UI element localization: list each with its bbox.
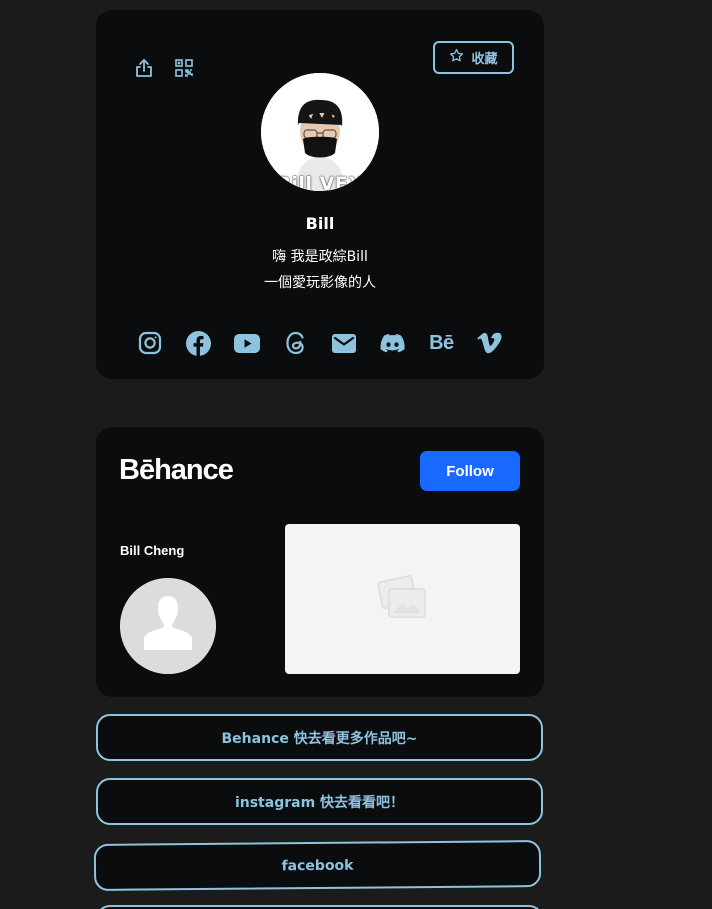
behance-logo: Bēhance bbox=[119, 454, 234, 486]
share-icon[interactable] bbox=[134, 58, 154, 78]
behance-link-button[interactable]: Behance 快去看更多作品吧~ bbox=[96, 714, 543, 761]
bio-line: 一個愛玩影像的人 bbox=[264, 275, 376, 291]
favorite-button[interactable]: 收藏 bbox=[433, 41, 514, 74]
social-links: Bē bbox=[137, 330, 503, 356]
avatar-watermark: Bill VFX bbox=[276, 173, 364, 191]
facebook-icon[interactable] bbox=[186, 330, 212, 356]
instagram-link-button[interactable]: instagram 快去看看吧！ bbox=[96, 778, 543, 825]
star-icon bbox=[449, 48, 464, 67]
behance-glyph: Bē bbox=[429, 331, 454, 354]
facebook-link-button[interactable]: facebook bbox=[93, 840, 542, 891]
behance-icon[interactable]: Bē bbox=[428, 330, 454, 356]
profile-name: Bill bbox=[305, 214, 335, 233]
project-thumbnail[interactable] bbox=[285, 524, 520, 674]
discord-icon[interactable] bbox=[380, 330, 406, 356]
behance-username[interactable]: Bill Cheng bbox=[120, 543, 184, 558]
behance-avatar[interactable] bbox=[120, 578, 216, 674]
qr-code-icon[interactable] bbox=[174, 58, 194, 78]
image-placeholder-icon bbox=[376, 573, 429, 625]
avatar: Bill VFX bbox=[261, 73, 379, 191]
bio-line: 嗨 我是政綜Bill bbox=[272, 249, 368, 265]
behance-embed-card: Bēhance Follow Bill Cheng bbox=[96, 427, 544, 697]
youtube-icon[interactable] bbox=[234, 330, 261, 356]
email-icon[interactable] bbox=[331, 330, 357, 356]
link-button[interactable] bbox=[96, 905, 543, 909]
instagram-icon[interactable] bbox=[137, 330, 163, 356]
follow-button[interactable]: Follow bbox=[420, 451, 520, 491]
threads-icon[interactable] bbox=[283, 330, 309, 356]
profile-card: 收藏 Bill VFX Bill 嗨 我是政綜Bill 一個愛玩影像的人 Bē bbox=[96, 10, 544, 379]
favorite-label: 收藏 bbox=[471, 52, 498, 67]
vimeo-icon[interactable] bbox=[477, 330, 503, 356]
